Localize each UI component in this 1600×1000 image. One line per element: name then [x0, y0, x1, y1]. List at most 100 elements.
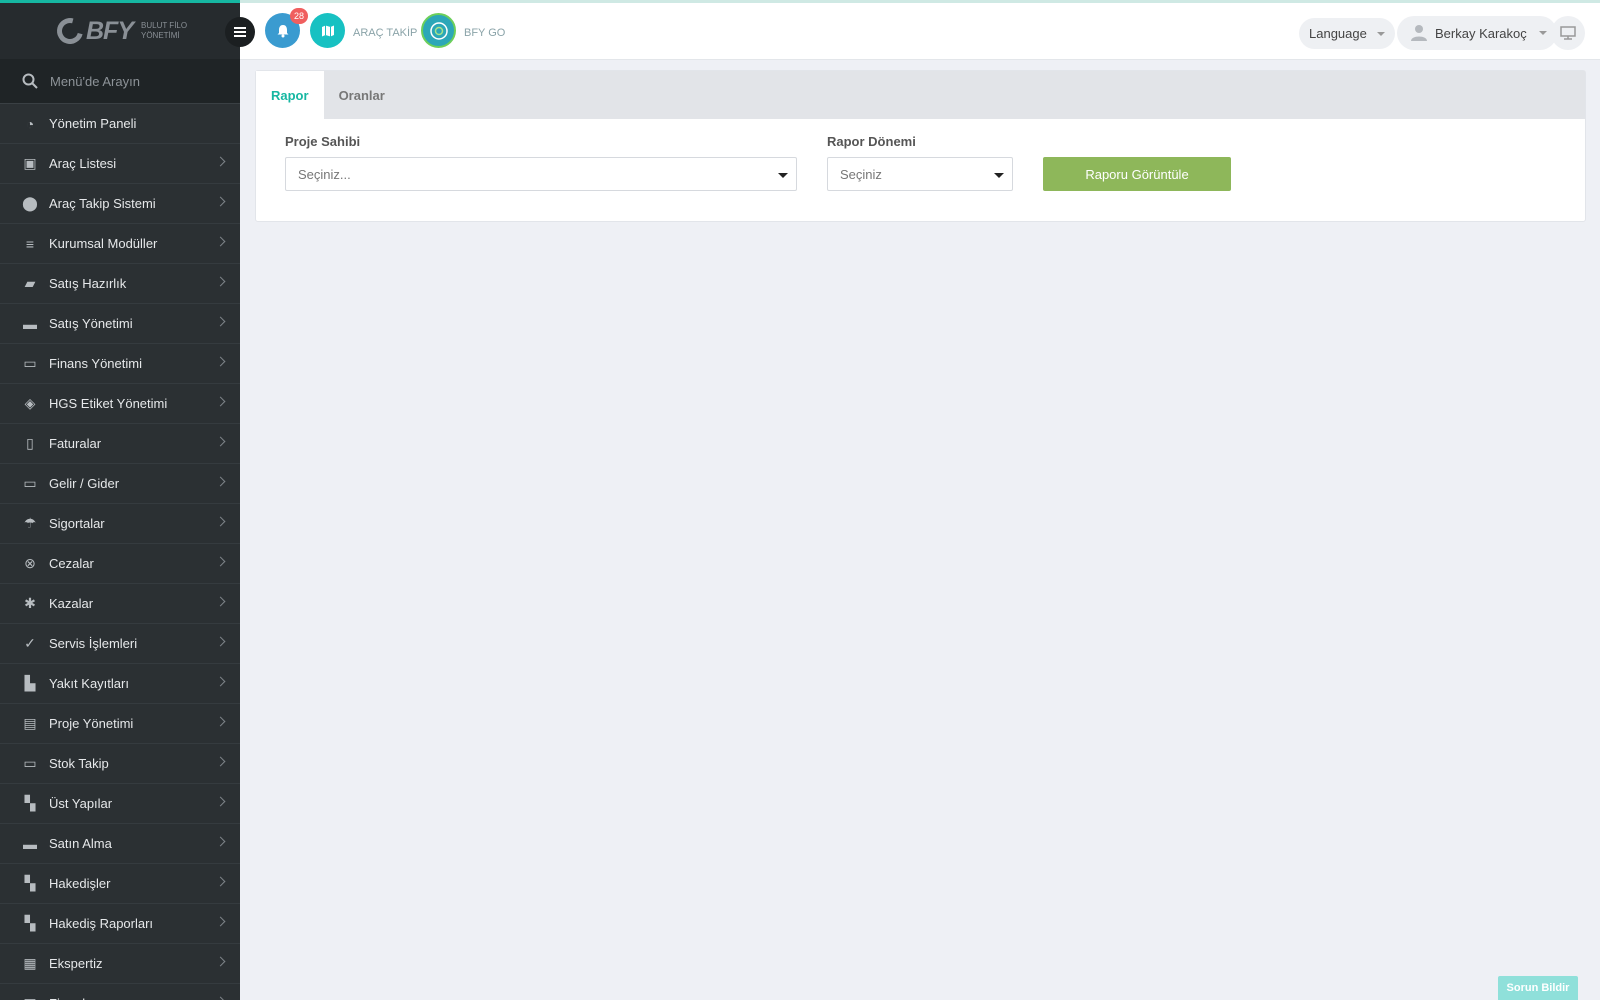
sidebar-item-label: Satış Yönetimi	[49, 316, 133, 331]
chevron-right-icon	[215, 156, 226, 167]
chevron-right-icon	[215, 836, 226, 847]
sidebar-item-servis-i-şlemleri[interactable]: ✓ Servis İşlemleri	[0, 624, 240, 664]
credit-card-icon: ▬	[23, 315, 37, 332]
report-form: Proje Sahibi Seçiniz... Rapor Dönemi Seç…	[256, 119, 1585, 223]
proje-sahibi-value: Seçiniz...	[298, 166, 351, 182]
sidebar: BFY BULUT FİLO YÖNETİMİ ◔ Yönetim Paneli ▣…	[0, 0, 240, 1000]
sidebar-item-hgs-etiket-yönetimi[interactable]: ◈ HGS Etiket Yönetimi	[0, 384, 240, 424]
money-icon: ▭	[23, 475, 37, 491]
sidebar-item-label: Proje Yönetimi	[49, 716, 134, 731]
times-circle-icon: ⊗	[24, 555, 36, 571]
sidebar-item-araç-takip-sistemi[interactable]: ⬤ Araç Takip Sistemi	[0, 184, 240, 224]
sidebar-search	[0, 59, 240, 104]
truck-icon: ▚	[24, 915, 36, 931]
sidebar-item-finans-yönetimi[interactable]: ▭ Finans Yönetimi	[0, 344, 240, 384]
sidebar-item-yönetim-paneli[interactable]: ◔ Yönetim Paneli	[0, 104, 240, 144]
topbar: 28 ARAÇ TAKİP BFY GO Language Berkay Kar…	[240, 0, 1600, 60]
sidebar-search-input[interactable]	[50, 73, 220, 89]
fuel-icon: ▙	[24, 675, 36, 691]
book-icon: ▰	[24, 275, 36, 291]
brand-subtitle-line1: BULUT FİLO	[141, 21, 188, 30]
sidebar-item-label: Kazalar	[49, 596, 94, 611]
chevron-right-icon	[215, 996, 226, 1000]
tab-oranlar[interactable]: Oranlar	[324, 71, 400, 119]
caret-down-icon	[1376, 32, 1385, 36]
notification-count-badge: 28	[290, 8, 308, 24]
sidebar-item-label: Hakediş Raporları	[49, 916, 154, 931]
user-menu[interactable]: Berkay Karakoç	[1397, 16, 1557, 50]
chevron-right-icon	[215, 356, 226, 367]
sidebar-item-satın-alma[interactable]: ▬ Satın Alma	[0, 824, 240, 864]
view-report-button[interactable]: Raporu Görüntüle	[1043, 157, 1231, 191]
tab-rapor[interactable]: Rapor	[256, 71, 324, 119]
chevron-right-icon	[215, 716, 226, 727]
language-dropdown[interactable]: Language	[1299, 18, 1395, 49]
sidebar-item-label: Finans Yönetimi	[49, 356, 142, 371]
monitor-icon	[1560, 26, 1576, 40]
chevron-right-icon	[215, 436, 226, 447]
credit-card-icon: ▬	[23, 835, 37, 852]
sidebar-item-label: Satış Hazırlık	[49, 276, 127, 291]
chevron-right-icon	[215, 556, 226, 567]
sidebar-item-label: Faturalar	[49, 436, 102, 451]
proje-sahibi-select[interactable]: Seçiniz...	[285, 157, 797, 191]
chevron-right-icon	[215, 516, 226, 527]
dropdown-arrow-icon	[994, 173, 1004, 178]
arac-takip-link[interactable]: ARAÇ TAKİP	[353, 27, 417, 39]
chevron-right-icon	[215, 676, 226, 687]
file-icon: ▯	[26, 435, 34, 451]
sidebar-item-label: Kurumsal Modüller	[49, 236, 158, 251]
sidebar-item-yakıt-kayıtları[interactable]: ▙ Yakıt Kayıtları	[0, 664, 240, 704]
sidebar-item-hakediş-raporları[interactable]: ▚ Hakediş Raporları	[0, 904, 240, 944]
tab-bar: Rapor Oranlar	[256, 71, 1585, 119]
server-icon: ≡	[25, 235, 35, 252]
chevron-right-icon	[215, 796, 226, 807]
rapor-donemi-label: Rapor Dönemi	[827, 134, 916, 149]
dashboard-icon: ◔	[25, 115, 35, 132]
sidebar-item-label: HGS Etiket Yönetimi	[49, 396, 168, 411]
sidebar-item-gelir-gider[interactable]: ▭ Gelir / Gider	[0, 464, 240, 504]
chevron-right-icon	[215, 196, 226, 207]
sidebar-item-label: Araç Takip Sistemi	[49, 196, 156, 211]
sidebar-item-label: Yönetim Paneli	[49, 116, 137, 131]
bfy-go-logo-icon	[429, 21, 448, 40]
fullscreen-button[interactable]	[1551, 16, 1585, 50]
bfy-go-link[interactable]: BFY GO	[464, 27, 505, 39]
caret-down-icon	[1538, 31, 1547, 35]
chevron-right-icon	[215, 596, 226, 607]
sidebar-item-label: Hakedişler	[49, 876, 111, 891]
sidebar-item-cezalar[interactable]: ⊗ Cezalar	[0, 544, 240, 584]
notifications-button[interactable]: 28	[265, 8, 308, 48]
sidebar-item-faturalar[interactable]: ▯ Faturalar	[0, 424, 240, 464]
sidebar-menu: ◔ Yönetim Paneli ▣ Araç Listesi ⬤ Araç Takip …	[0, 104, 240, 1000]
sidebar-item-sigortalar[interactable]: ☂ Sigortalar	[0, 504, 240, 544]
chevron-right-icon	[215, 276, 226, 287]
rapor-donemi-select[interactable]: Seçiniz	[827, 157, 1013, 191]
sidebar-item-hakedişler[interactable]: ▚ Hakedişler	[0, 864, 240, 904]
menu-toggle-button[interactable]	[225, 17, 255, 47]
sidebar-item-label: Üst Yapılar	[49, 796, 113, 811]
sidebar-item-kurumsal-modüller[interactable]: ≡ Kurumsal Modüller	[0, 224, 240, 264]
sidebar-item-proje-yönetimi[interactable]: ▤ Proje Yönetimi	[0, 704, 240, 744]
sidebar-item-label: Araç Listesi	[49, 156, 117, 171]
sidebar-item-üst-yapılar[interactable]: ▚ Üst Yapılar	[0, 784, 240, 824]
chevron-right-icon	[215, 396, 226, 407]
sidebar-item-firmalar[interactable]: ▥ Firmalar	[0, 984, 240, 1000]
sidebar-item-satış-yönetimi[interactable]: ▬ Satış Yönetimi	[0, 304, 240, 344]
bus-icon: ▣	[23, 155, 37, 171]
chevron-right-icon	[215, 476, 226, 487]
report-issue-button[interactable]: Sorun Bildir	[1498, 976, 1578, 1000]
brand-logo[interactable]: BFY BULUT FİLO YÖNETİMİ	[0, 0, 240, 59]
report-icon: ▦	[23, 955, 37, 971]
report-card: Rapor Oranlar Proje Sahibi Seçiniz... Ra…	[255, 70, 1586, 222]
sidebar-item-ekspertiz[interactable]: ▦ Ekspertiz	[0, 944, 240, 984]
sidebar-item-stok-takip[interactable]: ▭ Stok Takip	[0, 744, 240, 784]
sidebar-item-kazalar[interactable]: ✱ Kazalar	[0, 584, 240, 624]
sidebar-item-araç-listesi[interactable]: ▣ Araç Listesi	[0, 144, 240, 184]
bfy-go-button[interactable]	[421, 13, 456, 48]
sidebar-item-satış-hazırlık[interactable]: ▰ Satış Hazırlık	[0, 264, 240, 304]
chevron-right-icon	[215, 316, 226, 327]
check-circle-icon: ✓	[24, 635, 36, 651]
chevron-right-icon	[215, 916, 226, 927]
arac-takip-button[interactable]	[310, 13, 345, 48]
